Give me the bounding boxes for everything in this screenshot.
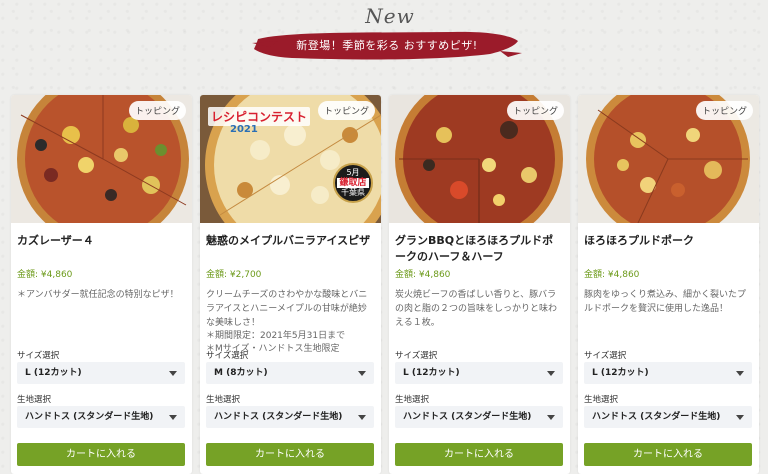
size-label: サイズ選択 [584, 351, 627, 361]
crust-select[interactable]: ハンドトス (スタンダード生地) [206, 406, 374, 428]
add-to-cart-button[interactable]: カートに入れる [395, 443, 563, 466]
chevron-down-icon [169, 371, 177, 376]
crust-select[interactable]: ハンドトス (スタンダード生地) [17, 406, 185, 428]
product-name[interactable]: 魅惑のメイプルバニラアイスピザ [206, 233, 375, 265]
pizza-image[interactable]: レシピコンテスト 2021 トッピング 5月 鎌取店 千葉県 [200, 95, 381, 223]
crust-select-value: ハンドトス (スタンダード生地) [214, 412, 343, 422]
chevron-down-icon [358, 371, 366, 376]
product-name[interactable]: ほろほろプルドポーク [584, 233, 753, 265]
new-banner: New 新登場！季節を彩る おすすめピザ! [0, 0, 768, 92]
product-card: トッピング グランBBQとほろほろプルドポークのハーフ＆ハーフ 金額: ¥4,8… [389, 95, 570, 474]
price-prefix: 金額: [584, 270, 608, 280]
crust-select[interactable]: ハンドトス (スタンダード生地) [584, 406, 752, 428]
price-amount: ¥2,700 [229, 270, 262, 280]
size-label: サイズ選択 [395, 351, 438, 361]
price-amount: ¥4,860 [40, 270, 73, 280]
product-description: ＊アンバサダー就任記念の特別なピザ！ [17, 290, 179, 300]
crust-select-value: ハンドトス (スタンダード生地) [25, 412, 154, 422]
price-amount: ¥4,860 [418, 270, 451, 280]
price-amount: ¥4,860 [607, 270, 640, 280]
product-price: 金額: ¥4,860 [395, 267, 564, 280]
crust-label: 生地選択 [206, 395, 241, 405]
chevron-down-icon [169, 415, 177, 420]
product-price: 金額: ¥4,860 [17, 267, 186, 280]
pizza-image[interactable]: トッピング [11, 95, 192, 223]
product-card-list: トッピング カズレーザー４ 金額: ¥4,860 ＊アンバサダー就任記念の特別な… [11, 95, 761, 474]
chevron-down-icon [736, 371, 744, 376]
add-to-cart-button[interactable]: カートに入れる [584, 443, 752, 466]
size-select[interactable]: M (8カット) [206, 362, 374, 384]
topping-badge: トッピング [128, 101, 186, 120]
add-to-cart-button[interactable]: カートに入れる [206, 443, 374, 466]
seal-prefecture: 千葉県 [341, 188, 365, 197]
store-award-seal: 5月 鎌取店 千葉県 [333, 163, 373, 203]
pizza-image[interactable]: トッピング [389, 95, 570, 223]
product-note: ＊期間限定：2021年5月31日まで [206, 331, 346, 341]
size-label: サイズ選択 [17, 351, 60, 361]
chevron-down-icon [358, 415, 366, 420]
price-prefix: 金額: [17, 270, 41, 280]
size-select[interactable]: L (12カット) [584, 362, 752, 384]
product-price: 金額: ¥2,700 [206, 267, 375, 280]
product-card: トッピング ほろほろプルドポーク 金額: ¥4,860 豚肉をゆっくり煮込み、細… [578, 95, 759, 474]
crust-label: 生地選択 [17, 395, 52, 405]
crust-label: 生地選択 [395, 395, 430, 405]
size-select[interactable]: L (12カット) [17, 362, 185, 384]
product-card: レシピコンテスト 2021 トッピング 5月 鎌取店 千葉県 魅惑のメイプルバニ… [200, 95, 381, 474]
crust-select[interactable]: ハンドトス (スタンダード生地) [395, 406, 563, 428]
crust-label: 生地選択 [584, 395, 619, 405]
size-label: サイズ選択 [206, 351, 249, 361]
product-description: クリームチーズのさわやかな酸味とバニラアイスとハニーメイプルの甘味が絶妙な美味し… [206, 290, 368, 328]
price-prefix: 金額: [206, 270, 230, 280]
size-select-value: L (12カット) [592, 368, 649, 378]
size-select[interactable]: L (12カット) [395, 362, 563, 384]
topping-badge: トッピング [317, 101, 375, 120]
contest-year: 2021 [230, 124, 258, 135]
product-name[interactable]: グランBBQとほろほろプルドポークのハーフ＆ハーフ [395, 233, 564, 265]
chevron-down-icon [547, 415, 555, 420]
size-select-value: L (12カット) [403, 368, 460, 378]
product-description: 炭火焼ビーフの香ばしい香りと、豚バラの肉と脂の２つの旨味をしっかりと味わえる１枚… [395, 290, 558, 328]
product-description: 豚肉をゆっくり煮込み、細かく裂いたプルドポークを贅沢に使用した逸品！ [584, 290, 747, 314]
crust-select-value: ハンドトス (スタンダード生地) [592, 412, 721, 422]
price-prefix: 金額: [395, 270, 419, 280]
banner-headline: 新登場！季節を彩る おすすめピザ! [296, 39, 478, 52]
topping-badge: トッピング [695, 101, 753, 120]
size-select-value: L (12カット) [25, 368, 82, 378]
seal-store: 鎌取店 [337, 178, 369, 188]
add-to-cart-button[interactable]: カートに入れる [17, 443, 185, 466]
pizza-image[interactable]: トッピング [578, 95, 759, 223]
topping-badge: トッピング [506, 101, 564, 120]
product-name[interactable]: カズレーザー４ [17, 233, 186, 265]
size-select-value: M (8カット) [214, 368, 268, 378]
chevron-down-icon [736, 415, 744, 420]
crust-select-value: ハンドトス (スタンダード生地) [403, 412, 532, 422]
contest-logo: レシピコンテスト [208, 107, 311, 126]
chevron-down-icon [547, 371, 555, 376]
new-label: New [365, 4, 415, 28]
product-card: トッピング カズレーザー４ 金額: ¥4,860 ＊アンバサダー就任記念の特別な… [11, 95, 192, 474]
product-price: 金額: ¥4,860 [584, 267, 753, 280]
seal-month: 5月 [346, 168, 360, 177]
